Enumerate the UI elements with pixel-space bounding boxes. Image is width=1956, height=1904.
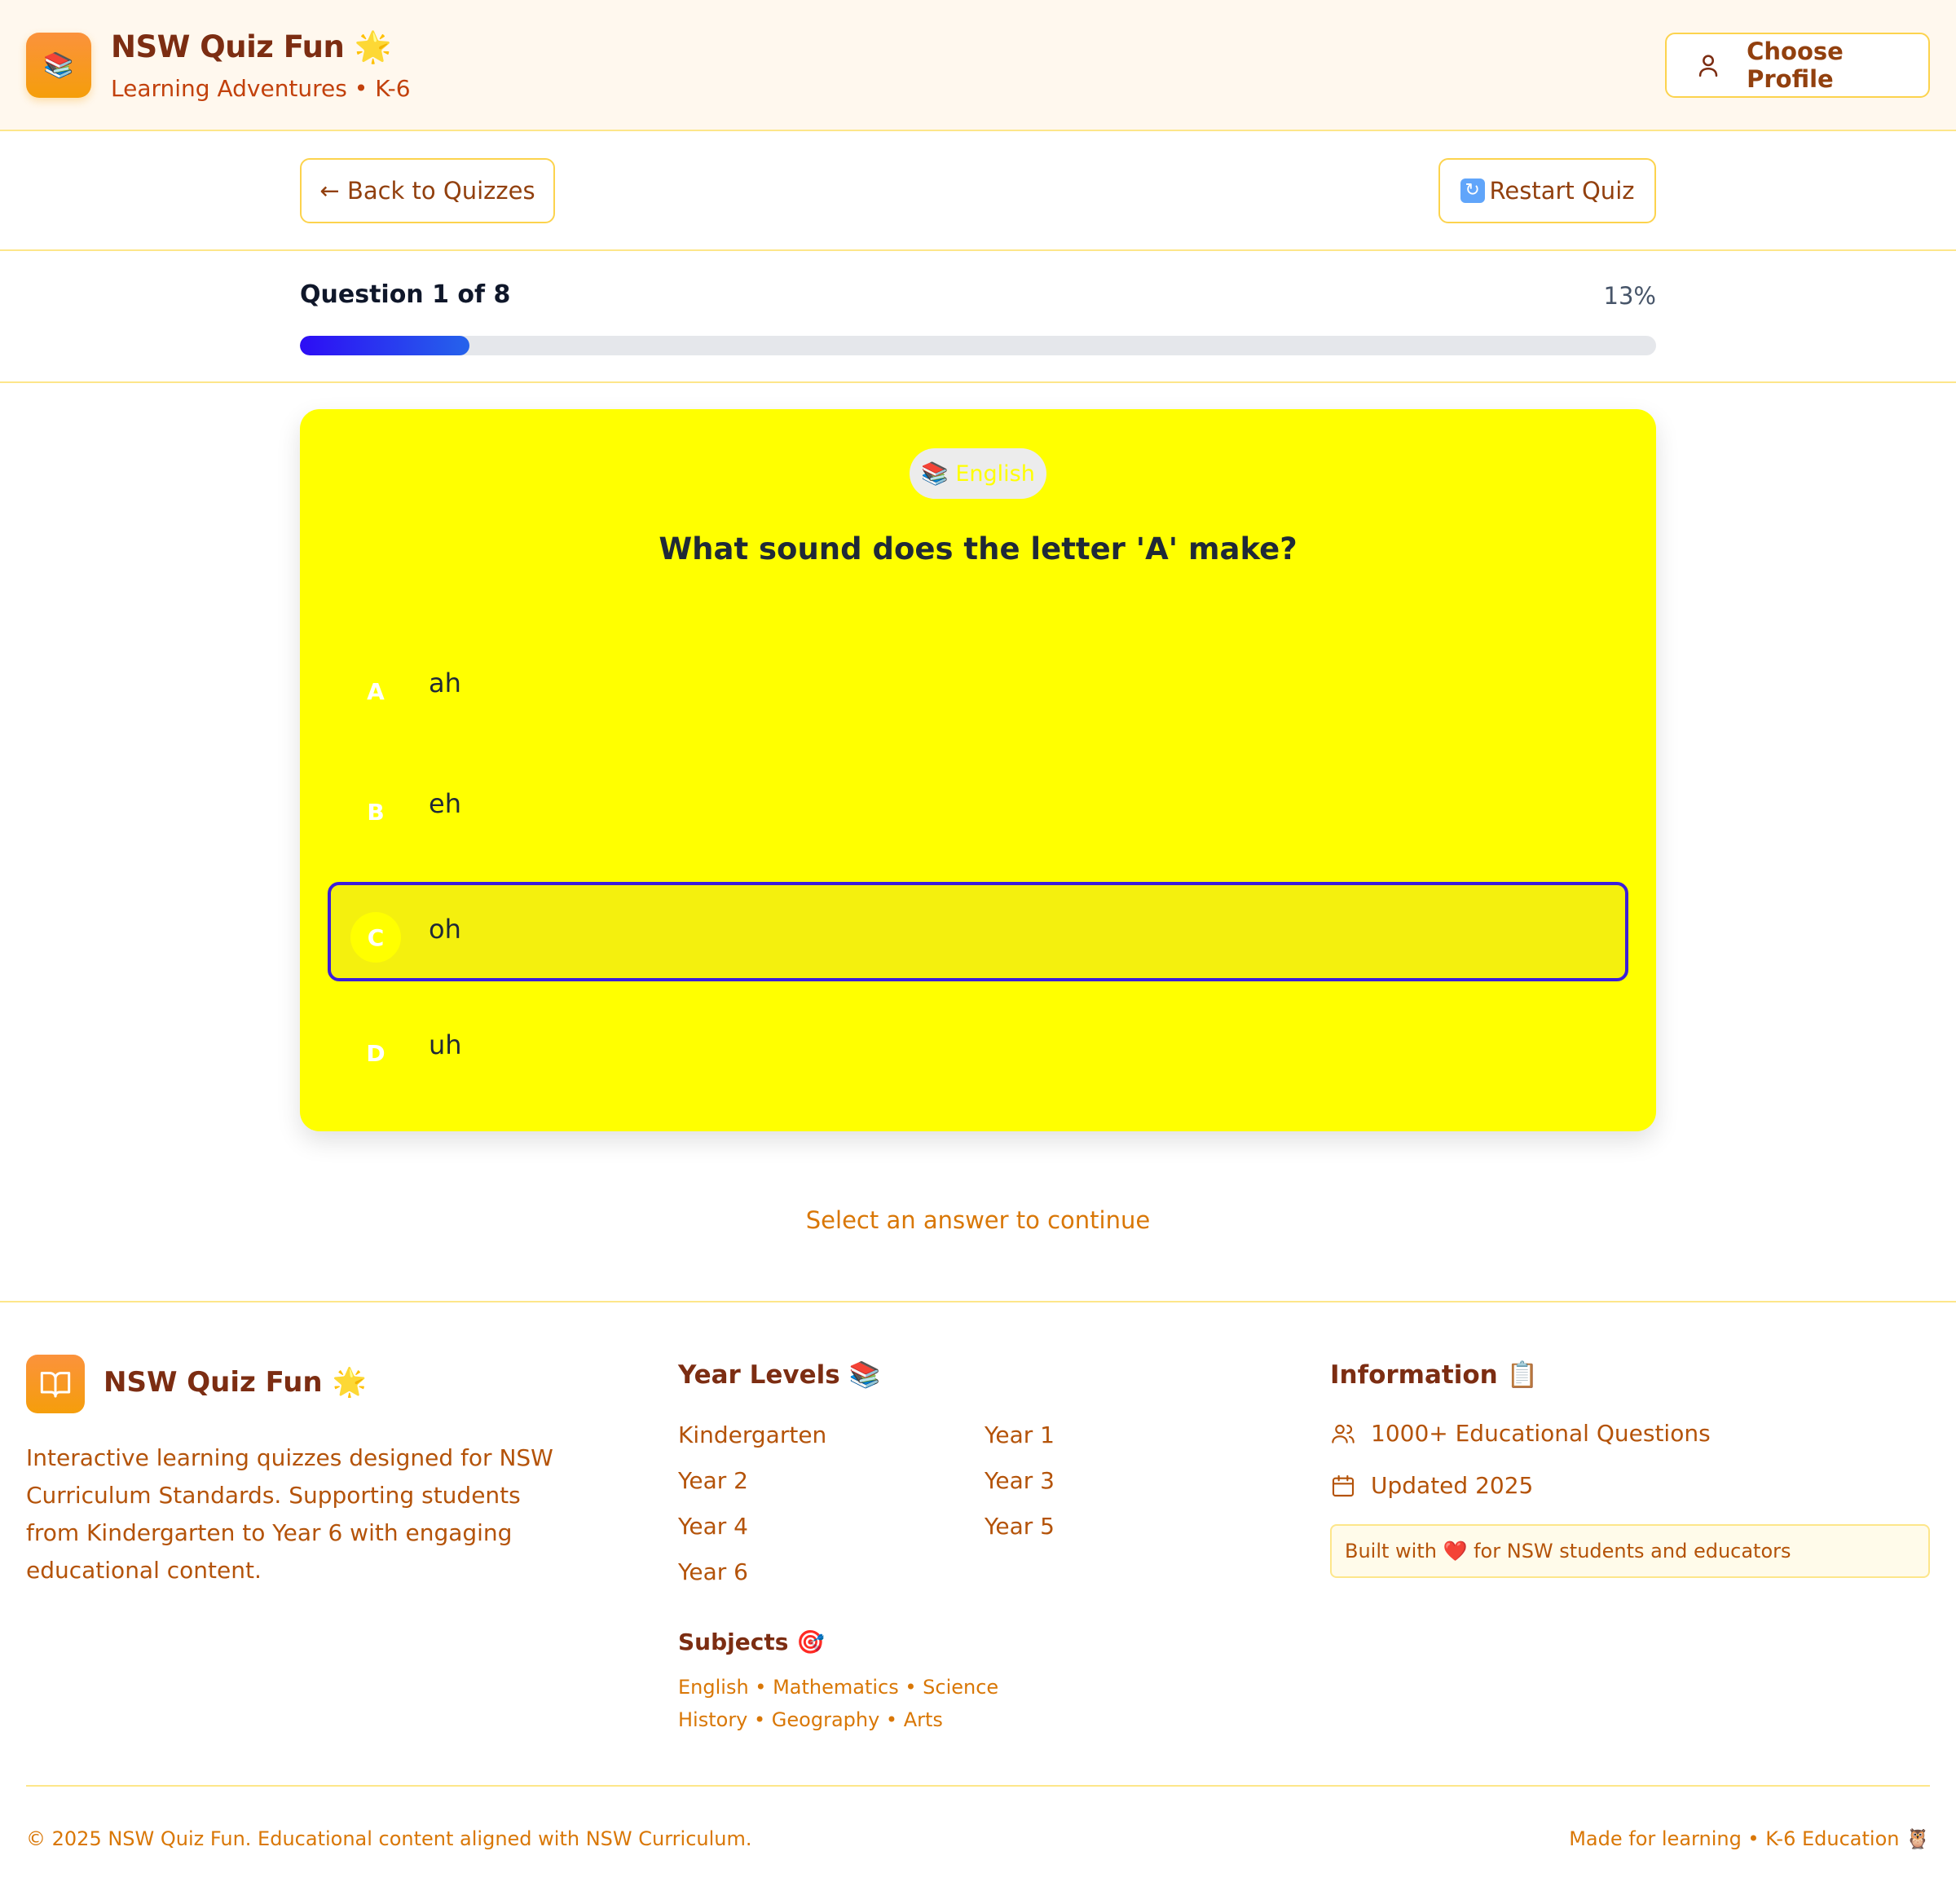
option-text: ah xyxy=(429,668,461,699)
footer-divider xyxy=(26,1785,1930,1787)
option-text: uh xyxy=(429,1029,462,1060)
answer-option-a[interactable]: A ah xyxy=(328,636,1628,735)
year-link-3[interactable]: Year 3 xyxy=(985,1467,1055,1494)
restart-quiz-button[interactable]: ↻ Restart Quiz xyxy=(1438,158,1656,223)
made-for-text: Made for learning • K-6 Education 🦉 xyxy=(1569,1827,1930,1850)
books-icon: 📚 xyxy=(43,51,74,80)
option-text: eh xyxy=(429,788,461,819)
progress-bar-fill xyxy=(300,336,469,355)
year-levels-heading: Year Levels 📚 xyxy=(678,1360,881,1390)
info-questions: 1000+ Educational Questions xyxy=(1330,1420,1711,1447)
quiz-nav-bar xyxy=(0,131,1956,251)
copyright-text: © 2025 NSW Quiz Fun. Educational content… xyxy=(26,1827,752,1850)
year-link-2[interactable]: Year 2 xyxy=(678,1467,748,1494)
info-updated-label: Updated 2025 xyxy=(1371,1472,1534,1499)
progress-bar xyxy=(300,336,1656,355)
subjects-list-line-2: History • Geography • Arts xyxy=(678,1708,943,1731)
back-to-quizzes-label: ← Back to Quizzes xyxy=(319,177,535,205)
app-title: NSW Quiz Fun 🌟 xyxy=(111,29,392,64)
year-link-1[interactable]: Year 1 xyxy=(985,1421,1055,1448)
subjects-heading: Subjects 🎯 xyxy=(678,1629,825,1655)
question-counter: Question 1 of 8 xyxy=(300,280,511,309)
option-letter: A xyxy=(367,677,385,705)
subject-badge: 📚 English xyxy=(910,448,1046,499)
option-letter: B xyxy=(367,798,385,826)
information-heading: Information 📋 xyxy=(1330,1360,1539,1390)
user-icon xyxy=(1698,55,1718,77)
footer-description: Interactive learning quizzes designed fo… xyxy=(26,1444,553,1584)
users-icon xyxy=(1332,1424,1355,1443)
progress-section xyxy=(0,251,1956,383)
option-letter: D xyxy=(366,1039,385,1067)
built-with-note: Built with ❤️ for NSW students and educa… xyxy=(1330,1524,1930,1578)
question-text: What sound does the letter 'A' make? xyxy=(659,531,1297,566)
info-updated: Updated 2025 xyxy=(1330,1472,1533,1499)
app-header xyxy=(0,0,1956,131)
footer-brand-title: NSW Quiz Fun 🌟 xyxy=(104,1366,367,1399)
subjects-list-line-1: English • Mathematics • Science xyxy=(678,1676,999,1699)
answer-option-b[interactable]: B eh xyxy=(328,756,1628,856)
year-link-5[interactable]: Year 5 xyxy=(985,1513,1055,1540)
app-logo: 📚 xyxy=(26,33,91,98)
choose-profile-button[interactable]: Choose Profile xyxy=(1665,33,1930,98)
choose-profile-label: Choose Profile xyxy=(1747,37,1844,93)
option-letter: C xyxy=(350,912,401,963)
footer-logo xyxy=(26,1355,85,1413)
back-to-quizzes-button[interactable]: ← Back to Quizzes xyxy=(300,158,555,223)
answer-option-c[interactable]: C oh xyxy=(328,882,1628,981)
select-answer-hint: Select an answer to continue xyxy=(805,1206,1151,1234)
restart-icon: ↻ xyxy=(1460,178,1485,203)
year-link-6[interactable]: Year 6 xyxy=(678,1558,748,1585)
option-text: oh xyxy=(429,914,461,945)
open-book-icon xyxy=(40,1372,71,1398)
calendar-icon xyxy=(1332,1474,1355,1496)
info-questions-label: 1000+ Educational Questions xyxy=(1371,1420,1711,1447)
restart-quiz-label: Restart Quiz xyxy=(1489,177,1635,205)
year-link-4[interactable]: Year 4 xyxy=(678,1513,748,1540)
app-subtitle: Learning Adventures • K-6 xyxy=(111,75,411,102)
answer-option-d[interactable]: D uh xyxy=(328,998,1628,1097)
year-link-kindergarten[interactable]: Kindergarten xyxy=(678,1421,826,1448)
progress-percent: 13% xyxy=(1603,282,1656,310)
